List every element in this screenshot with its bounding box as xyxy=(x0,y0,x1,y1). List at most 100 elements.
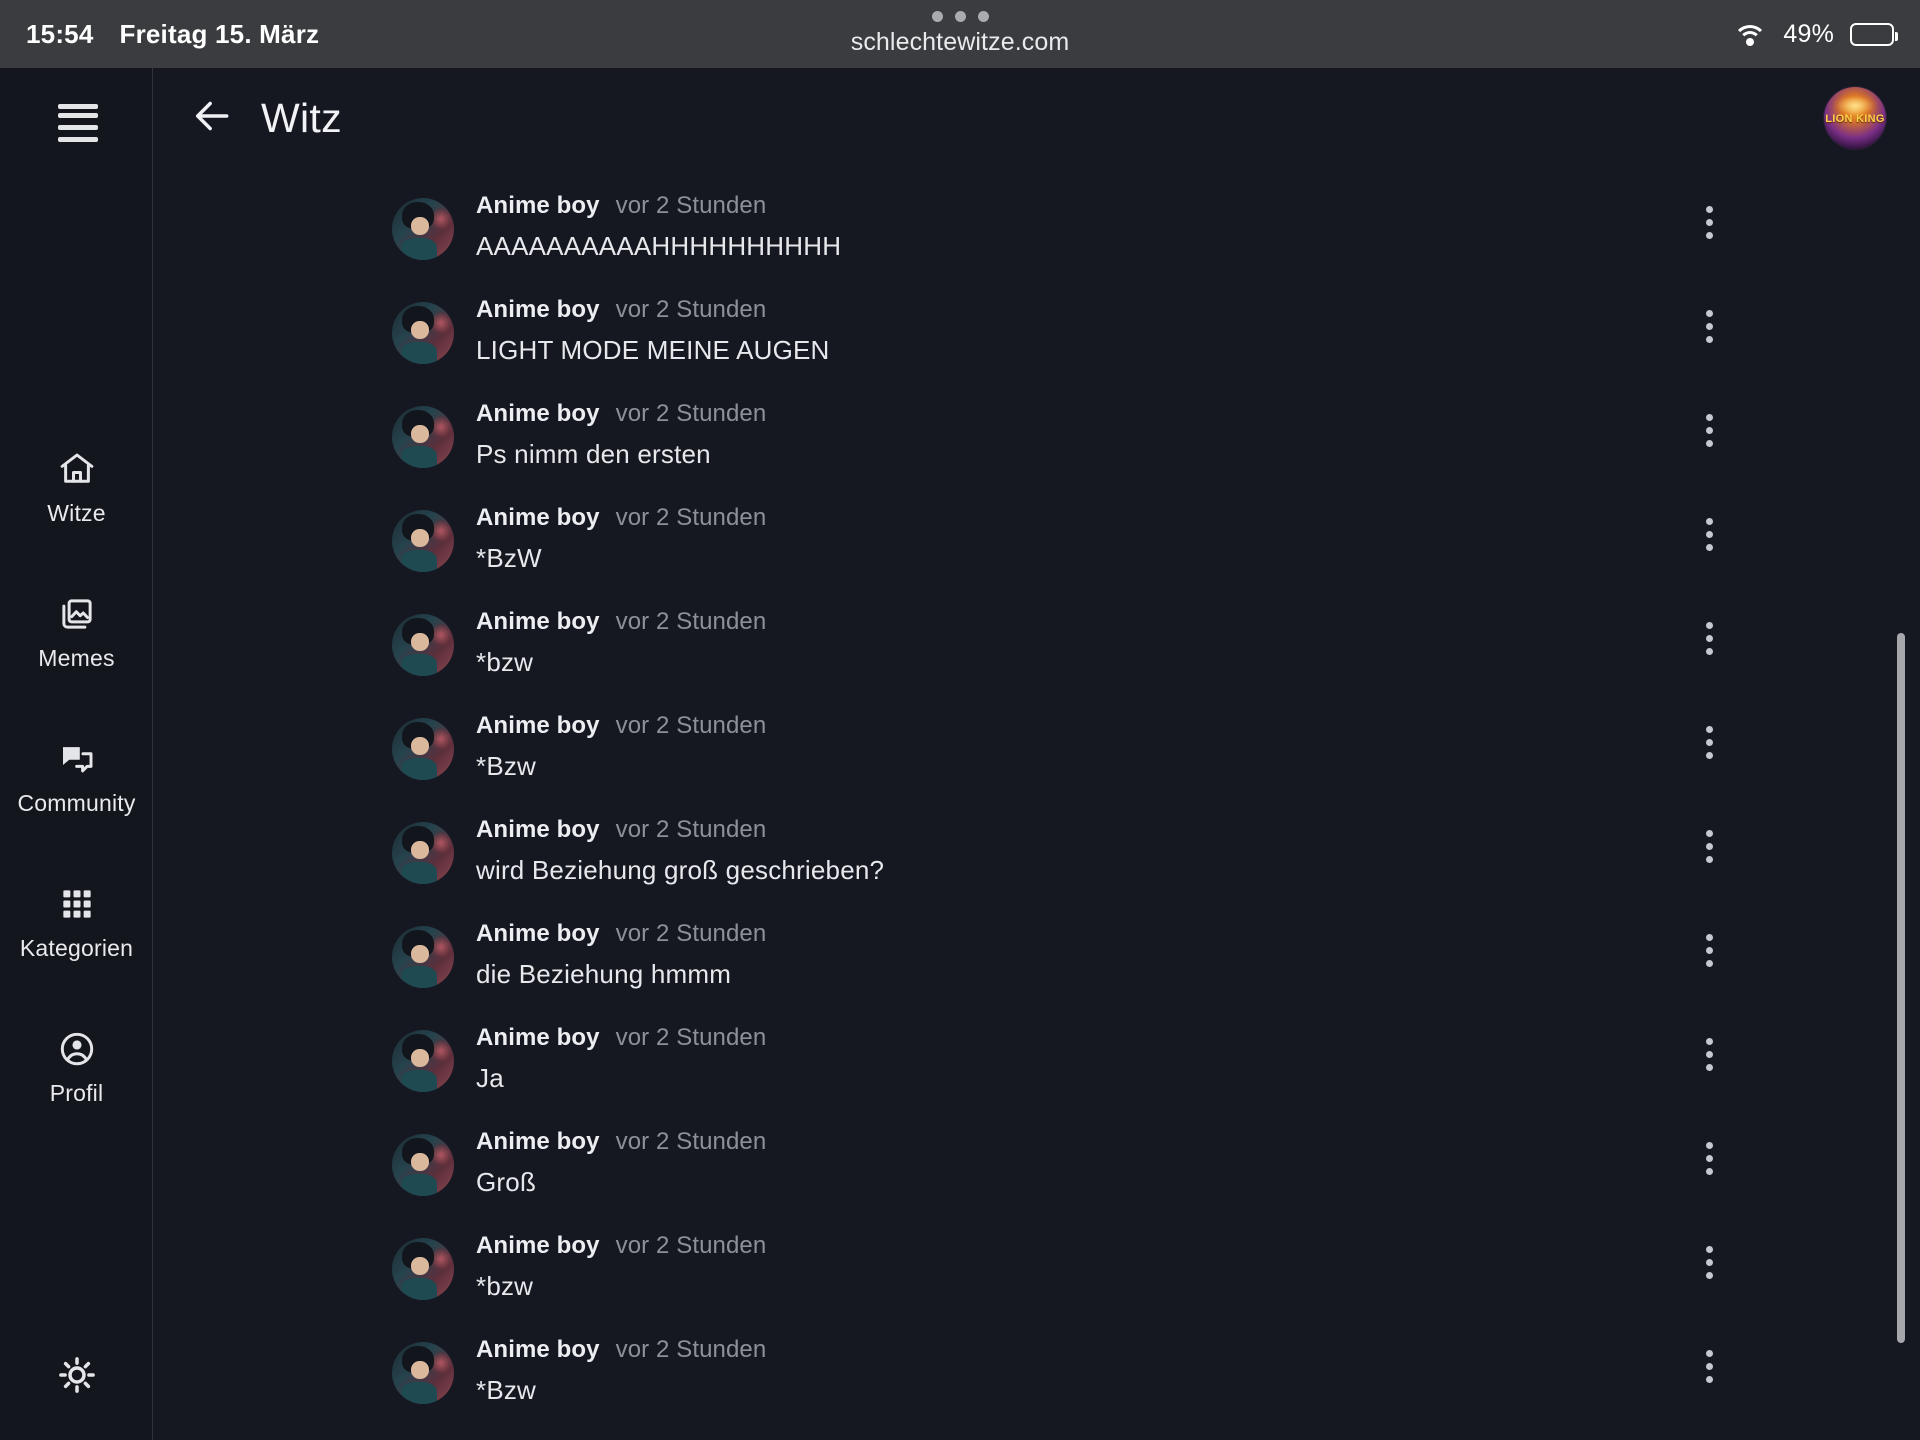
more-vertical-icon[interactable] xyxy=(1686,407,1732,453)
address-bar-url[interactable]: schlechtewitze.com xyxy=(851,28,1070,57)
message-author[interactable]: Anime boy xyxy=(476,1336,600,1364)
message-feed[interactable]: Anime boy vor 2 Stunden AAAAAAAAAAHHHHHHHH… xyxy=(153,168,1920,1440)
avatar-body xyxy=(400,757,437,780)
message-body: Anime boyvor 2 Stunden xyxy=(476,1434,766,1440)
avatar-face xyxy=(410,840,430,860)
avatar-body xyxy=(400,549,437,572)
avatar-face xyxy=(410,1256,430,1276)
theme-toggle-button[interactable] xyxy=(0,1354,153,1396)
more-vertical-icon[interactable] xyxy=(1686,199,1732,245)
avatar-face xyxy=(410,320,430,340)
message-meta: Anime boy vor 2 Stunden xyxy=(476,1336,766,1364)
avatar-body xyxy=(400,1277,437,1300)
anime-boy-avatar[interactable] xyxy=(392,926,454,988)
message-author[interactable]: Anime boy xyxy=(476,1232,600,1260)
message-author[interactable]: Anime boy xyxy=(476,816,600,844)
message-row[interactable]: Anime boy vor 2 Stunden Ps nimm den ersten xyxy=(153,378,1920,482)
message-row[interactable]: Anime boy vor 2 Stunden die Beziehung hmmm xyxy=(153,898,1920,1002)
message-author[interactable]: Anime boy xyxy=(476,296,600,324)
avatar-face xyxy=(410,944,430,964)
message-text: die Beziehung hmmm xyxy=(476,959,732,989)
anime-boy-avatar[interactable] xyxy=(392,302,454,364)
message-text: *bzw xyxy=(476,647,534,677)
tab-dots-icon[interactable] xyxy=(931,11,989,22)
message-row[interactable]: Anime boy vor 2 Stunden *bzw xyxy=(153,1210,1920,1314)
sidebar-item-kategorien[interactable]: Kategorien xyxy=(0,883,153,962)
message-row[interactable]: Anime boy vor 2 Stunden AAAAAAAAAAHHHHHHHH… xyxy=(153,170,1920,274)
anime-boy-avatar[interactable] xyxy=(392,1134,454,1196)
more-vertical-icon[interactable] xyxy=(1686,511,1732,557)
anime-boy-avatar[interactable] xyxy=(392,198,454,260)
home-icon xyxy=(56,448,98,490)
message-row[interactable]: Anime boy vor 2 Stunden wird Beziehung gro… xyxy=(153,794,1920,898)
chat-bubbles-icon xyxy=(56,738,98,780)
battery-percent-label: 49% xyxy=(1783,19,1834,48)
message-meta: Anime boy vor 2 Stunden xyxy=(476,400,766,428)
status-bar-left: 15:54 Freitag 15. März xyxy=(0,19,319,50)
message-timestamp: vor 2 Stunden xyxy=(615,712,767,739)
anime-boy-avatar[interactable] xyxy=(392,1030,454,1092)
scrollbar[interactable] xyxy=(1894,168,1908,1440)
message-meta: Anime boy vor 2 Stunden xyxy=(476,296,830,324)
message-row[interactable]: Anime boy vor 2 Stunden LIGHT MODE MEINE A… xyxy=(153,274,1920,378)
message-row[interactable]: Anime boyvor 2 Stunden xyxy=(153,1418,1920,1440)
message-body: Anime boy vor 2 Stunden AAAAAAAAAAHHHHHHHH… xyxy=(476,186,841,262)
message-timestamp: vor 2 Stunden xyxy=(615,1336,767,1363)
app-root: Witze Memes Community Kategorien Profil … xyxy=(0,68,1920,1440)
back-button[interactable] xyxy=(185,91,239,145)
more-vertical-icon[interactable] xyxy=(1686,303,1732,349)
status-date: Freitag 15. März xyxy=(119,18,320,49)
avatar-body xyxy=(400,861,437,884)
message-body: Anime boy vor 2 Stunden *Bzw xyxy=(476,1330,766,1406)
message-body: Anime boy vor 2 Stunden LIGHT MODE MEINE A… xyxy=(476,290,830,366)
anime-boy-avatar[interactable] xyxy=(392,614,454,676)
hamburger-menu-icon[interactable] xyxy=(58,104,104,146)
message-author[interactable]: Anime boy xyxy=(476,192,600,220)
more-vertical-icon[interactable] xyxy=(1686,615,1732,661)
avatar-face xyxy=(410,528,430,548)
avatar-body xyxy=(400,965,437,988)
more-vertical-icon[interactable] xyxy=(1686,823,1732,869)
anime-boy-avatar[interactable] xyxy=(392,406,454,468)
more-vertical-icon[interactable] xyxy=(1686,927,1732,973)
avatar-body xyxy=(400,1173,437,1196)
sidebar-item-community[interactable]: Community xyxy=(0,738,153,817)
anime-boy-avatar[interactable] xyxy=(392,718,454,780)
more-vertical-icon[interactable] xyxy=(1686,1239,1732,1285)
more-vertical-icon[interactable] xyxy=(1686,1135,1732,1181)
back-arrow-icon xyxy=(190,94,234,143)
sidebar-item-memes[interactable]: Memes xyxy=(0,593,153,672)
message-row[interactable]: Anime boy vor 2 Stunden Ja xyxy=(153,1002,1920,1106)
anime-boy-avatar[interactable] xyxy=(392,1238,454,1300)
sidebar-item-witze[interactable]: Witze xyxy=(0,448,153,527)
message-list: Anime boy vor 2 Stunden AAAAAAAAAAHHHHHHHH… xyxy=(153,168,1920,1440)
notification-badge-dot xyxy=(58,104,98,109)
more-vertical-icon[interactable] xyxy=(1686,719,1732,765)
message-author[interactable]: Anime boy xyxy=(476,712,600,740)
anime-boy-avatar[interactable] xyxy=(392,822,454,884)
message-author[interactable]: Anime boy xyxy=(476,1128,600,1156)
message-author[interactable]: Anime boy xyxy=(476,400,600,428)
message-row[interactable]: Anime boy vor 2 Stunden *Bzw xyxy=(153,1314,1920,1418)
message-author[interactable]: Anime boy xyxy=(476,608,600,636)
user-avatar[interactable]: LION KING xyxy=(1824,87,1886,149)
message-row[interactable]: Anime boy vor 2 Stunden *BzW xyxy=(153,482,1920,586)
message-text: *bzw xyxy=(476,1271,534,1301)
scrollbar-thumb[interactable] xyxy=(1897,633,1905,1343)
more-vertical-icon[interactable] xyxy=(1686,1031,1732,1077)
anime-boy-avatar[interactable] xyxy=(392,1342,454,1404)
avatar-face xyxy=(410,632,430,652)
anime-boy-avatar[interactable] xyxy=(392,510,454,572)
message-timestamp: vor 2 Stunden xyxy=(615,296,767,323)
message-author[interactable]: Anime boy xyxy=(476,920,600,948)
message-row[interactable]: Anime boy vor 2 Stunden Groß xyxy=(153,1106,1920,1210)
sidebar-nav-list: Witze Memes Community Kategorien Profil xyxy=(0,448,153,1173)
more-vertical-icon[interactable] xyxy=(1686,1343,1732,1389)
sidebar-item-profil[interactable]: Profil xyxy=(0,1028,153,1107)
message-row[interactable]: Anime boy vor 2 Stunden *bzw xyxy=(153,586,1920,690)
message-author[interactable]: Anime boy xyxy=(476,504,600,532)
sidebar-item-label: Witze xyxy=(47,500,106,526)
message-row[interactable]: Anime boy vor 2 Stunden *Bzw xyxy=(153,690,1920,794)
battery-icon xyxy=(1850,22,1898,46)
message-author[interactable]: Anime boy xyxy=(476,1024,600,1052)
